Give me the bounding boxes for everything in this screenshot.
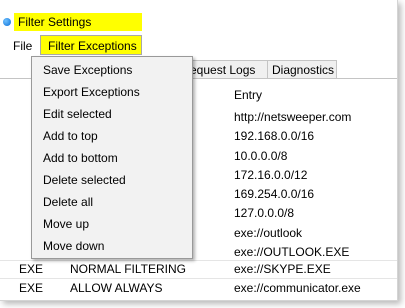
tab-request-logs-label: equest Logs: [190, 63, 256, 77]
entry-column: http://netsweeper.com 192.168.0.0/16 10.…: [234, 110, 351, 264]
menu-item-move-down[interactable]: Move down: [32, 235, 192, 257]
menu-item-label: Delete all: [43, 195, 94, 209]
filter-settings-window: Filter Settings File Filter Exceptions e…: [0, 0, 398, 301]
menu-item-add-to-top[interactable]: Add to top: [32, 125, 192, 147]
tab-diagnostics-label: Diagnostics: [272, 63, 335, 77]
tab-diagnostics[interactable]: Diagnostics: [267, 60, 337, 79]
table-row[interactable]: 172.16.0.0/12: [234, 168, 351, 187]
row-divider: [0, 278, 397, 279]
table-row[interactable]: exe://outlook: [234, 226, 351, 245]
table-row[interactable]: 127.0.0.0/8: [234, 206, 351, 225]
menu-item-label: Move up: [43, 217, 90, 231]
menu-bar: File Filter Exceptions: [0, 35, 397, 57]
menu-item-label: Edit selected: [43, 107, 112, 121]
menu-item-label: Add to bottom: [43, 151, 118, 165]
menu-item-delete-all[interactable]: Delete all: [32, 191, 192, 213]
menu-item-save-exceptions[interactable]: Save Exceptions: [32, 59, 192, 81]
app-icon: [3, 18, 11, 26]
row-divider: [0, 260, 397, 261]
menu-item-add-to-bottom[interactable]: Add to bottom: [32, 147, 192, 169]
menu-item-label: Add to top: [43, 129, 98, 143]
menu-filter-exceptions[interactable]: Filter Exceptions: [40, 35, 142, 55]
tab-request-logs[interactable]: equest Logs: [185, 60, 268, 79]
cell-entry: exe://communicator.exe: [234, 281, 361, 295]
cell-type: EXE: [19, 281, 44, 295]
table-row[interactable]: 192.168.0.0/16: [234, 129, 351, 148]
cell-entry: exe://SKYPE.EXE: [234, 262, 331, 276]
cell-mode: NORMAL FILTERING: [70, 262, 187, 276]
menu-file[interactable]: File: [13, 39, 32, 53]
menu-item-edit-selected[interactable]: Edit selected: [32, 103, 192, 125]
menu-item-label: Move down: [43, 239, 105, 253]
menu-item-delete-selected[interactable]: Delete selected: [32, 169, 192, 191]
menu-filter-exceptions-label: Filter Exceptions: [48, 39, 137, 53]
menu-item-label: Save Exceptions: [43, 63, 133, 77]
column-header-entry[interactable]: Entry: [234, 88, 262, 102]
table-row[interactable]: http://netsweeper.com: [234, 110, 351, 129]
cell-type: EXE: [19, 262, 44, 276]
menu-item-label: Export Exceptions: [43, 85, 140, 99]
table-row[interactable]: EXE ALLOW ALWAYS exe://communicator.exe: [0, 281, 397, 300]
cell-mode: ALLOW ALWAYS: [70, 281, 163, 295]
window-title: Filter Settings: [18, 15, 92, 29]
title-bar: Filter Settings: [0, 10, 397, 32]
menu-item-label: Delete selected: [43, 173, 126, 187]
menu-item-move-up[interactable]: Move up: [32, 213, 192, 235]
table-row[interactable]: 10.0.0.0/8: [234, 149, 351, 168]
table-row[interactable]: 169.254.0.0/16: [234, 187, 351, 206]
menu-item-export-exceptions[interactable]: Export Exceptions: [32, 81, 192, 103]
filter-exceptions-menu: Save Exceptions Export Exceptions Edit s…: [31, 56, 193, 259]
